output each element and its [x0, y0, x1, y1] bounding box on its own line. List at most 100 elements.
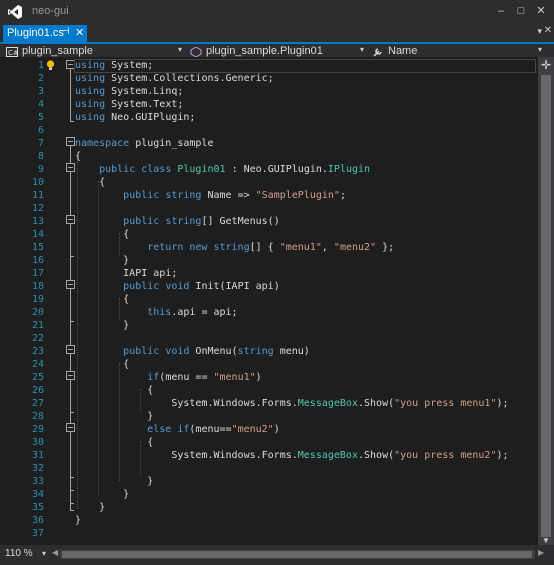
vertical-scroll-thumb[interactable] [541, 75, 551, 537]
code-editor[interactable]: 1 using System; 2 using System.Collections.… [0, 57, 538, 545]
line-number: 15 [31, 242, 44, 253]
project-name: plugin_sample [22, 45, 93, 57]
code-line[interactable]: 7 namespace plugin_sample [0, 137, 538, 150]
code-line[interactable]: 33 } [0, 475, 538, 488]
line-number: 22 [31, 333, 44, 344]
code-line[interactable]: 28 } [0, 410, 538, 423]
close-window-button[interactable]: ✕ [534, 4, 548, 18]
code-line[interactable]: 17 IAPI api; [0, 267, 538, 280]
code-text: { [75, 151, 82, 162]
line-number: 1 [37, 60, 44, 71]
code-line[interactable]: 3 using System.Linq; [0, 85, 538, 98]
code-text: using Neo.GUIPlugin; [75, 112, 196, 123]
code-line[interactable]: 35 } [0, 501, 538, 514]
line-number: 21 [31, 320, 44, 331]
line-number: 6 [37, 125, 44, 136]
code-line[interactable]: 34 } [0, 488, 538, 501]
code-line[interactable]: 2 using System.Collections.Generic; [0, 72, 538, 85]
line-number: 23 [31, 346, 44, 357]
line-number: 27 [31, 398, 44, 409]
horizontal-scroll-thumb[interactable] [62, 551, 532, 558]
editor-bottom-bar: 110 % ▾ ◀ ▶ [0, 545, 554, 565]
line-number: 25 [31, 372, 44, 383]
zoom-dropdown-icon[interactable]: ▾ [42, 549, 46, 558]
line-number: 16 [31, 255, 44, 266]
code-text: { [75, 385, 154, 396]
code-line[interactable]: 22 [0, 332, 538, 345]
code-line[interactable]: 4 using System.Text; [0, 98, 538, 111]
chevron-down-icon: ▾ [360, 45, 365, 54]
code-line[interactable]: 9 public class Plugin01 : Neo.GUIPlugin.… [0, 163, 538, 176]
line-number: 4 [37, 99, 44, 110]
line-number: 20 [31, 307, 44, 318]
code-line[interactable]: 5 using Neo.GUIPlugin; [0, 111, 538, 124]
code-text: public class Plugin01 : Neo.GUIPlugin.IP… [99, 164, 371, 175]
code-line[interactable]: 1 using System; [0, 59, 538, 73]
line-number: 2 [37, 73, 44, 84]
minimize-button[interactable]: – [494, 4, 508, 18]
tab-overflow-dropdown-icon[interactable]: ▾ [537, 26, 542, 37]
line-number: 19 [31, 294, 44, 305]
code-line[interactable]: 8{ [0, 150, 538, 163]
code-line[interactable]: 31 System.Windows.Forms.MessageBox.Show(… [0, 449, 538, 462]
code-text: } [75, 476, 154, 487]
line-number: 3 [37, 86, 44, 97]
line-number: 9 [37, 164, 44, 175]
code-line[interactable]: 10 { [0, 176, 538, 189]
visual-studio-logo-icon [8, 5, 22, 19]
code-line[interactable]: 16 } [0, 254, 538, 267]
line-number: 13 [31, 216, 44, 227]
code-line[interactable]: 24 { [0, 358, 538, 371]
maximize-button[interactable]: □ [514, 4, 528, 18]
close-all-tabs-icon[interactable]: ✕ [544, 25, 552, 36]
code-line[interactable]: 29 else if(menu=="menu2") [0, 423, 538, 436]
split-editor-icon[interactable]: ✛ [540, 59, 552, 71]
code-line[interactable]: 20 this.api = api; [0, 306, 538, 319]
vertical-scrollbar[interactable]: ✛ ▼ [538, 57, 554, 545]
code-line[interactable]: 14 { [0, 228, 538, 241]
code-text: public string[] GetMenus() [123, 216, 280, 227]
code-line[interactable]: 13 public string[] GetMenus() [0, 215, 538, 228]
code-line[interactable]: 18 public void Init(IAPI api) [0, 280, 538, 293]
code-line[interactable]: 32 [0, 462, 538, 475]
line-number: 29 [31, 424, 44, 435]
code-line[interactable]: 37 [0, 527, 538, 540]
line-number: 5 [37, 112, 44, 123]
scroll-left-icon[interactable]: ◀ [52, 548, 58, 557]
line-number: 35 [31, 502, 44, 513]
code-line[interactable]: 15 return new string[] { "menu1", "menu2… [0, 241, 538, 254]
zoom-level[interactable]: 110 % [5, 548, 33, 559]
pin-tab-icon[interactable]: ⊣ [61, 26, 70, 37]
code-line[interactable]: 19 { [0, 293, 538, 306]
member-name: Name [388, 45, 418, 57]
code-line[interactable]: 30 { [0, 436, 538, 449]
line-number: 30 [31, 437, 44, 448]
code-line[interactable]: 26 { [0, 384, 538, 397]
code-line[interactable]: 21 } [0, 319, 538, 332]
code-line[interactable]: 25 if(menu == "menu1") [0, 371, 538, 384]
line-number: 17 [31, 268, 44, 279]
code-line[interactable]: 6 [0, 124, 538, 137]
tab-plugin01[interactable]: Plugin01.cs ⊣ ✕ [3, 25, 87, 42]
code-text: { [75, 177, 106, 188]
code-line[interactable]: 36} [0, 514, 538, 527]
code-text: public string Name => "SamplePlugin"; [123, 190, 346, 201]
code-text: public void Init(IAPI api) [123, 281, 280, 292]
code-line[interactable]: 27 System.Windows.Forms.MessageBox.Show(… [0, 397, 538, 410]
code-line[interactable]: 11 public string Name => "SamplePlugin"; [0, 189, 538, 202]
line-number: 11 [31, 190, 44, 201]
scroll-down-icon[interactable]: ▼ [542, 536, 550, 545]
code-text: { [75, 229, 130, 240]
property-wrench-icon [373, 48, 382, 57]
code-line[interactable]: 12 [0, 202, 538, 215]
type-name: plugin_sample.Plugin01 [206, 45, 323, 57]
csharp-project-icon: C# [6, 47, 18, 57]
code-text: return new string[] { "menu1", "menu2" }… [147, 242, 395, 253]
line-number: 33 [31, 476, 44, 487]
code-line[interactable]: 23 public void OnMenu(string menu) [0, 345, 538, 358]
lightbulb-icon[interactable] [46, 60, 55, 71]
horizontal-scrollbar[interactable] [60, 550, 535, 559]
code-text: namespace plugin_sample [75, 138, 214, 149]
close-tab-icon[interactable]: ✕ [75, 26, 84, 39]
scroll-right-icon[interactable]: ▶ [538, 548, 544, 557]
